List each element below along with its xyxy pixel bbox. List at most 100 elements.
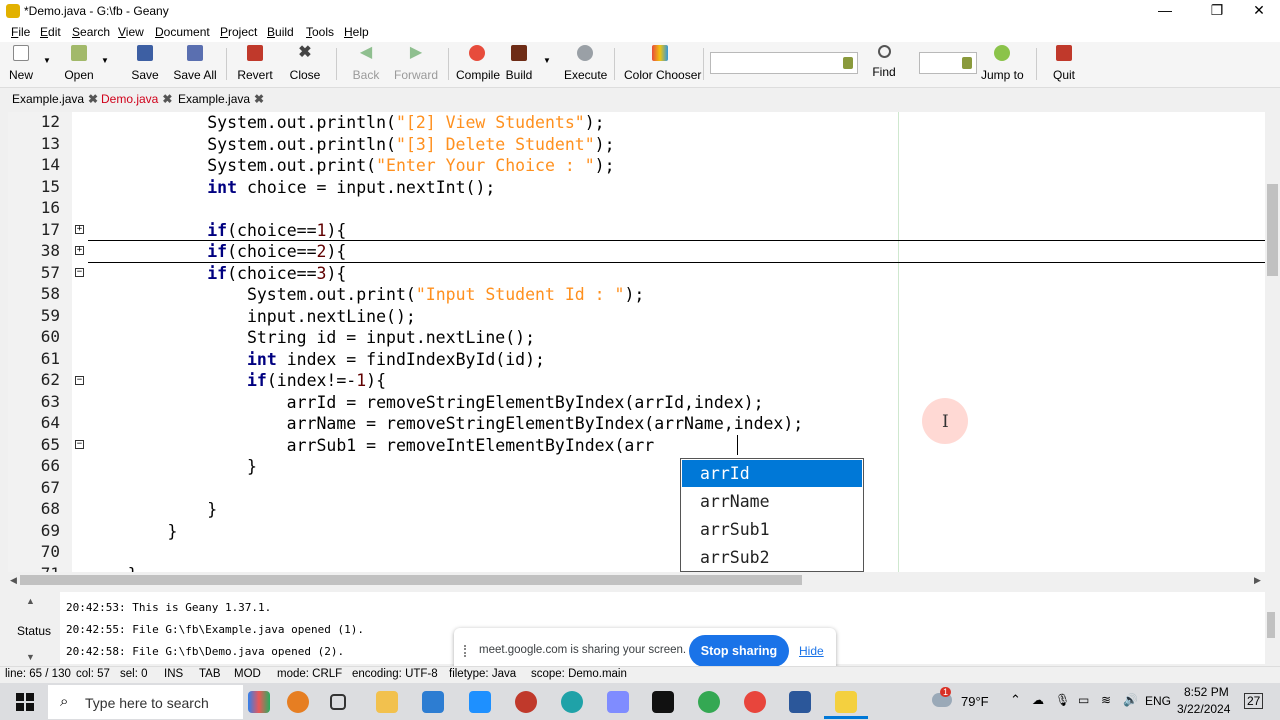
scroll-right-arrow-icon[interactable]: ▶ [1254,575,1261,586]
code-editor[interactable]: 12 13 14 15 16 17 38 57 58 59 60 61 62 6… [8,112,1265,572]
pane-collapse-arrow-icon[interactable]: ▲ [26,596,35,606]
wifi-icon[interactable]: ≋ [1101,693,1111,707]
tiktok-app-icon[interactable] [652,691,674,713]
network-icon[interactable]: ▭ [1078,693,1089,707]
code-line: } [88,564,138,573]
scroll-left-arrow-icon[interactable]: ◀ [10,575,17,586]
microphone-app-icon[interactable] [744,691,766,713]
menu-edit[interactable]: Edit [40,25,61,39]
drag-handle-icon[interactable] [464,645,470,657]
pane-expand-arrow-icon[interactable]: ▼ [26,652,35,662]
line-number: 64 [40,413,60,432]
menu-document[interactable]: Document [155,25,210,39]
forward-button[interactable]: ▶ Forward [394,45,438,83]
new-button[interactable]: New [6,45,36,82]
fold-expand-icon[interactable]: + [75,246,84,255]
revert-button[interactable]: Revert [237,45,273,82]
line-number: 12 [40,112,60,131]
fold-collapse-icon[interactable]: − [75,268,84,277]
save-all-button[interactable]: Save All [172,45,218,82]
task-view-icon[interactable] [330,694,346,710]
message-scrollbar-thumb[interactable] [1267,612,1275,638]
menu-help[interactable]: Help [344,25,369,39]
close-file-button[interactable]: ✖ Close [289,45,321,83]
weather-temperature[interactable]: 79°F [961,694,989,709]
fold-collapse-icon[interactable]: − [75,376,84,385]
autocomplete-item[interactable]: arrSub1 [682,516,862,543]
geany-taskbar-icon[interactable] [835,691,857,713]
tab-example-java-2[interactable]: Example.java ✖ [178,92,264,110]
jump-to-button[interactable]: Jump to [981,45,1024,82]
menu-view[interactable]: View [118,25,144,39]
file-explorer-icon[interactable] [376,691,398,713]
app-icon[interactable] [607,691,629,713]
clock-time[interactable]: 8:52 PM [1184,685,1229,699]
widgets-app-icon[interactable] [248,691,270,713]
tab-demo-java[interactable]: Demo.java ✖ [101,92,172,110]
new-dropdown-arrow-icon[interactable]: ▼ [43,56,51,65]
save-button[interactable]: Save [129,45,161,82]
open-dropdown-arrow-icon[interactable]: ▼ [101,56,109,65]
fold-expand-icon[interactable]: + [75,225,84,234]
tab-example-java[interactable]: Example.java ✖ [12,92,98,110]
tab-close-icon[interactable]: ✖ [162,92,172,106]
execute-button[interactable]: Execute [564,45,607,82]
chrome-browser-icon[interactable] [698,691,720,713]
compile-button[interactable]: Compile [456,45,500,82]
menu-file[interactable]: File [11,25,30,39]
microphone-icon[interactable]: 🎙 [1055,693,1070,707]
clock-date[interactable]: 3/22/2024 [1177,702,1230,716]
windows-start-icon[interactable] [16,693,34,711]
language-indicator[interactable]: ENG [1145,694,1171,708]
minimize-button[interactable]: — [1142,0,1188,22]
autocomplete-popup[interactable]: arrId arrName arrSub1 arrSub2 [680,458,864,572]
color-chooser-button[interactable]: Color Chooser [624,45,701,82]
maximize-button[interactable]: ❐ [1194,0,1240,22]
scrollbar-thumb[interactable] [20,575,802,585]
autocomplete-item[interactable]: arrId [682,460,862,487]
hide-link[interactable]: Hide [799,644,824,658]
jump-to-line-input[interactable] [919,52,977,74]
mail-app-icon[interactable] [469,691,491,713]
volume-icon[interactable]: 🔊 [1123,693,1138,707]
onedrive-cloud-icon[interactable]: ☁ [1032,693,1044,707]
find-button[interactable]: Find [871,45,897,79]
menu-search[interactable]: Search [72,25,110,39]
menu-project[interactable]: Project [220,25,257,39]
autocomplete-item[interactable]: arrName [682,488,862,515]
status-scope: scope: Demo.main [531,668,627,680]
editor-horizontal-scrollbar[interactable]: ◀ ▶ [8,572,1265,588]
close-window-button[interactable]: ✕ [1236,0,1280,22]
clear-search-icon[interactable] [843,57,853,69]
microsoft-store-icon[interactable] [422,691,444,713]
edge-browser-icon[interactable] [561,691,583,713]
tray-chevron-up-icon[interactable]: ⌃ [1010,692,1021,708]
word-app-icon[interactable] [789,691,811,713]
app-icon[interactable] [515,691,537,713]
status-tab[interactable]: Status [17,624,51,638]
tab-close-icon[interactable]: ✖ [88,92,98,106]
stop-sharing-button[interactable]: Stop sharing [689,635,789,667]
build-dropdown-arrow-icon[interactable]: ▼ [543,56,551,65]
tab-close-icon[interactable]: ✖ [254,92,264,106]
fold-collapse-icon[interactable]: − [75,440,84,449]
quit-button[interactable]: Quit [1050,45,1078,82]
autocomplete-item[interactable]: arrSub2 [682,544,862,571]
status-message: 20:42:58: File G:\fb\Demo.java opened (2… [66,645,345,658]
toolbar-search-input[interactable] [710,52,858,74]
code-line: String id = input.nextLine(); [88,328,536,347]
clear-line-icon[interactable] [962,57,972,69]
menu-build[interactable]: Build [267,25,294,39]
line-number: 59 [40,305,60,325]
build-button[interactable]: Build [505,45,533,82]
editor-vertical-scrollbar[interactable] [1265,112,1280,572]
back-arrow-icon: ◀ [359,44,373,61]
code-line: if(choice==1){ [207,220,347,240]
menu-tools[interactable]: Tools [306,25,334,39]
notifications-icon[interactable]: 27 [1244,693,1264,709]
open-button[interactable]: Open [62,45,96,82]
back-button[interactable]: ◀ Back [352,44,380,83]
scrollbar-thumb[interactable] [1267,184,1278,276]
taskbar-search-box[interactable]: ⌕ Type here to search [48,685,243,719]
basketball-app-icon[interactable] [287,691,309,713]
